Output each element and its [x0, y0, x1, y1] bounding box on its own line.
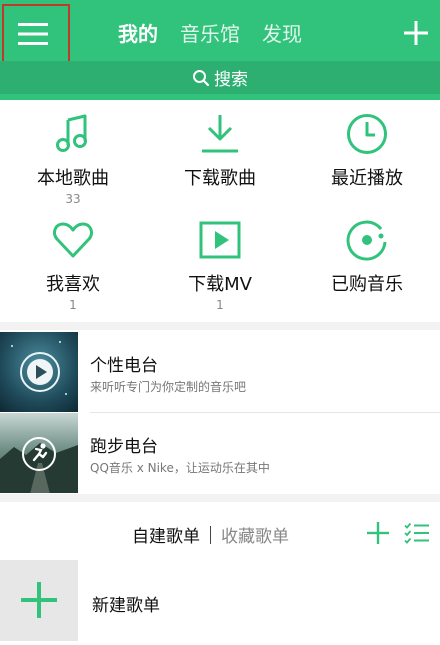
grid-item-downloaded-songs[interactable]: 下载歌曲: [147, 106, 293, 216]
tab-music-hall[interactable]: 音乐馆: [180, 18, 240, 47]
new-playlist-thumb: [0, 560, 78, 641]
search-icon: [193, 69, 210, 86]
grid-item-favorites[interactable]: 我喜欢 1: [0, 212, 146, 322]
heart-icon: [53, 222, 93, 258]
clock-icon: [347, 114, 387, 154]
grid-item-count: 1: [216, 298, 224, 312]
new-playlist-row[interactable]: 新建歌单: [0, 560, 440, 641]
new-playlist-label: 新建歌单: [92, 596, 160, 616]
radio-personal[interactable]: 个性电台 来听听专门为你定制的音乐吧: [0, 332, 440, 412]
my-music-grid: 本地歌曲 33 下载歌曲 最近播放 我喜欢 1 下载MV 1 已购音乐: [0, 100, 440, 322]
tab-collected-playlists[interactable]: 收藏歌单: [221, 522, 289, 547]
tab-discover[interactable]: 发现: [262, 18, 302, 47]
hamburger-menu-icon: [18, 23, 48, 45]
search-label: 搜索: [214, 70, 248, 90]
grid-item-purchased-music[interactable]: 已购音乐: [294, 212, 440, 322]
playlist-header: 自建歌单 收藏歌单: [0, 502, 440, 560]
grid-item-label: 下载MV: [188, 274, 252, 295]
section-divider: [0, 322, 440, 330]
radio-running[interactable]: 跑步电台 QQ音乐 x Nike，让运动乐在其中: [0, 413, 440, 493]
tab-created-playlists[interactable]: 自建歌单: [132, 522, 200, 547]
radio-title: 个性电台: [90, 356, 158, 376]
grid-item-count: 1: [69, 298, 77, 312]
grid-item-label: 已购音乐: [331, 274, 403, 295]
grid-item-label: 本地歌曲: [37, 168, 109, 189]
add-icon[interactable]: [404, 21, 428, 45]
main-tabs: 我的 音乐馆 发现: [118, 16, 324, 48]
menu-button[interactable]: [2, 4, 70, 64]
grid-item-local-songs[interactable]: 本地歌曲 33: [0, 106, 146, 216]
grid-item-recent-plays[interactable]: 最近播放: [294, 106, 440, 216]
search-bar[interactable]: 搜索: [0, 61, 440, 94]
tab-divider: [210, 525, 211, 544]
grid-item-label: 最近播放: [331, 168, 403, 189]
playlist-tabs: 自建歌单 收藏歌单: [132, 522, 289, 547]
radio-title: 跑步电台: [90, 437, 158, 457]
download-icon: [202, 115, 238, 153]
radio-subtitle: 来听听专门为你定制的音乐吧: [90, 380, 247, 394]
add-playlist-icon[interactable]: [367, 522, 389, 544]
section-divider: [0, 494, 440, 502]
radio-subtitle: QQ音乐 x Nike，让运动乐在其中: [90, 461, 270, 475]
radio-cover-personal: [0, 332, 78, 412]
grid-item-label: 我喜欢: [46, 274, 100, 295]
music-note-icon: [56, 114, 87, 152]
grid-item-downloaded-mv[interactable]: 下载MV 1: [147, 212, 293, 322]
grid-item-count: 33: [65, 192, 81, 206]
top-header: 我的 音乐馆 发现 搜索: [0, 0, 440, 100]
purchased-disc-icon: [346, 220, 387, 261]
tab-mine[interactable]: 我的: [118, 18, 158, 47]
video-play-icon: [199, 221, 241, 259]
radio-cover-running: [0, 413, 78, 493]
plus-icon: [21, 582, 57, 618]
grid-item-label: 下载歌曲: [184, 168, 256, 189]
manage-list-icon[interactable]: [404, 522, 430, 544]
